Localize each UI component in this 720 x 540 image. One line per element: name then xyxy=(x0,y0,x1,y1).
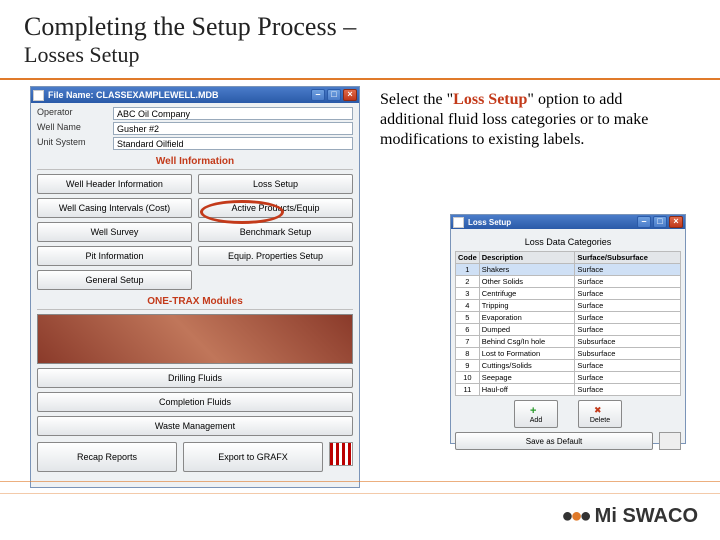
col-desc: Description xyxy=(479,252,575,264)
save-default-button[interactable]: Save as Default xyxy=(455,432,653,450)
loss-grid-title: Loss Data Categories xyxy=(455,237,681,247)
loss-minimize-button[interactable]: – xyxy=(637,216,651,228)
main-title-text: File Name: CLASSEXAMPLEWELL.MDB xyxy=(48,90,219,100)
exit-icon[interactable] xyxy=(659,432,681,450)
minimize-button[interactable]: – xyxy=(311,89,325,101)
table-row[interactable]: 9Cuttings/SolidsSurface xyxy=(456,360,681,372)
export-grafx-button[interactable]: Export to GRAFX xyxy=(183,442,323,472)
section-modules: ONE-TRAX Modules xyxy=(37,296,353,310)
unitsys-field[interactable]: Standard Oilfield xyxy=(113,137,353,150)
table-row[interactable]: 3CentrifugeSurface xyxy=(456,288,681,300)
drilling-fluids-button[interactable]: Drilling Fluids xyxy=(37,368,353,388)
loss-close-button[interactable]: × xyxy=(669,216,683,228)
benchmark-button[interactable]: Benchmark Setup xyxy=(198,222,353,242)
col-surf: Surface/Subsurface xyxy=(575,252,681,264)
table-row[interactable]: 5EvaporationSurface xyxy=(456,312,681,324)
delete-button[interactable]: Delete xyxy=(578,400,622,428)
table-row[interactable]: 6DumpedSurface xyxy=(456,324,681,336)
operator-label: Operator xyxy=(37,107,113,120)
app-icon xyxy=(33,90,44,101)
wellname-field[interactable]: Gusher #2 xyxy=(113,122,353,135)
loss-table[interactable]: Code Description Surface/Subsurface 1Sha… xyxy=(455,251,681,396)
crew-photo xyxy=(37,314,353,364)
delete-icon xyxy=(594,405,606,417)
instruction-text: Select the "Loss Setup" option to add ad… xyxy=(380,90,690,150)
equip-props-button[interactable]: Equip. Properties Setup xyxy=(198,246,353,266)
col-code: Code xyxy=(456,252,480,264)
operator-field[interactable]: ABC Oil Company xyxy=(113,107,353,120)
brand-logo: ●●● Mi SWACO xyxy=(561,505,698,528)
general-setup-button[interactable]: General Setup xyxy=(37,270,192,290)
footer-rule-1 xyxy=(0,481,720,482)
add-button[interactable]: Add xyxy=(514,400,558,428)
table-row[interactable]: 8Lost to FormationSubsurface xyxy=(456,348,681,360)
wellname-label: Well Name xyxy=(37,122,113,135)
close-button[interactable]: × xyxy=(343,89,357,101)
table-row[interactable]: 7Behind Csg/In holeSubsurface xyxy=(456,336,681,348)
page-title-main: Completing the Setup Process – xyxy=(24,12,720,42)
well-header-button[interactable]: Well Header Information xyxy=(37,174,192,194)
pit-info-button[interactable]: Pit Information xyxy=(37,246,192,266)
loss-setup-window: Loss Setup – □ × Loss Data Categories Co… xyxy=(450,214,686,444)
page-title-sub: Losses Setup xyxy=(24,42,720,68)
loss-maximize-button[interactable]: □ xyxy=(653,216,667,228)
section-well-info: Well Information xyxy=(37,156,353,170)
grafx-icon xyxy=(329,442,353,466)
recap-reports-button[interactable]: Recap Reports xyxy=(37,442,177,472)
main-titlebar: File Name: CLASSEXAMPLEWELL.MDB – □ × xyxy=(31,87,359,103)
logo-dots-icon: ●●● xyxy=(561,505,588,528)
loss-titlebar: Loss Setup – □ × xyxy=(451,215,685,229)
active-products-button[interactable]: Active Products/Equip xyxy=(198,198,353,218)
casing-button[interactable]: Well Casing Intervals (Cost) xyxy=(37,198,192,218)
well-survey-button[interactable]: Well Survey xyxy=(37,222,192,242)
emphasis-loss-setup: Loss Setup xyxy=(453,91,527,108)
main-app-window: File Name: CLASSEXAMPLEWELL.MDB – □ × Op… xyxy=(30,86,360,488)
completion-fluids-button[interactable]: Completion Fluids xyxy=(37,392,353,412)
maximize-button[interactable]: □ xyxy=(327,89,341,101)
loss-app-icon xyxy=(453,217,464,228)
plus-icon xyxy=(530,405,542,417)
unitsys-label: Unit System xyxy=(37,137,113,150)
table-row[interactable]: 1ShakersSurface xyxy=(456,264,681,276)
table-row[interactable]: 2Other SolidsSurface xyxy=(456,276,681,288)
table-row[interactable]: 10SeepageSurface xyxy=(456,372,681,384)
loss-setup-button[interactable]: Loss Setup xyxy=(198,174,353,194)
table-row[interactable]: 11Haul-offSurface xyxy=(456,384,681,396)
loss-title-text: Loss Setup xyxy=(468,218,511,227)
footer-rule-2 xyxy=(0,493,720,494)
table-row[interactable]: 4TrippingSurface xyxy=(456,300,681,312)
waste-mgmt-button[interactable]: Waste Management xyxy=(37,416,353,436)
